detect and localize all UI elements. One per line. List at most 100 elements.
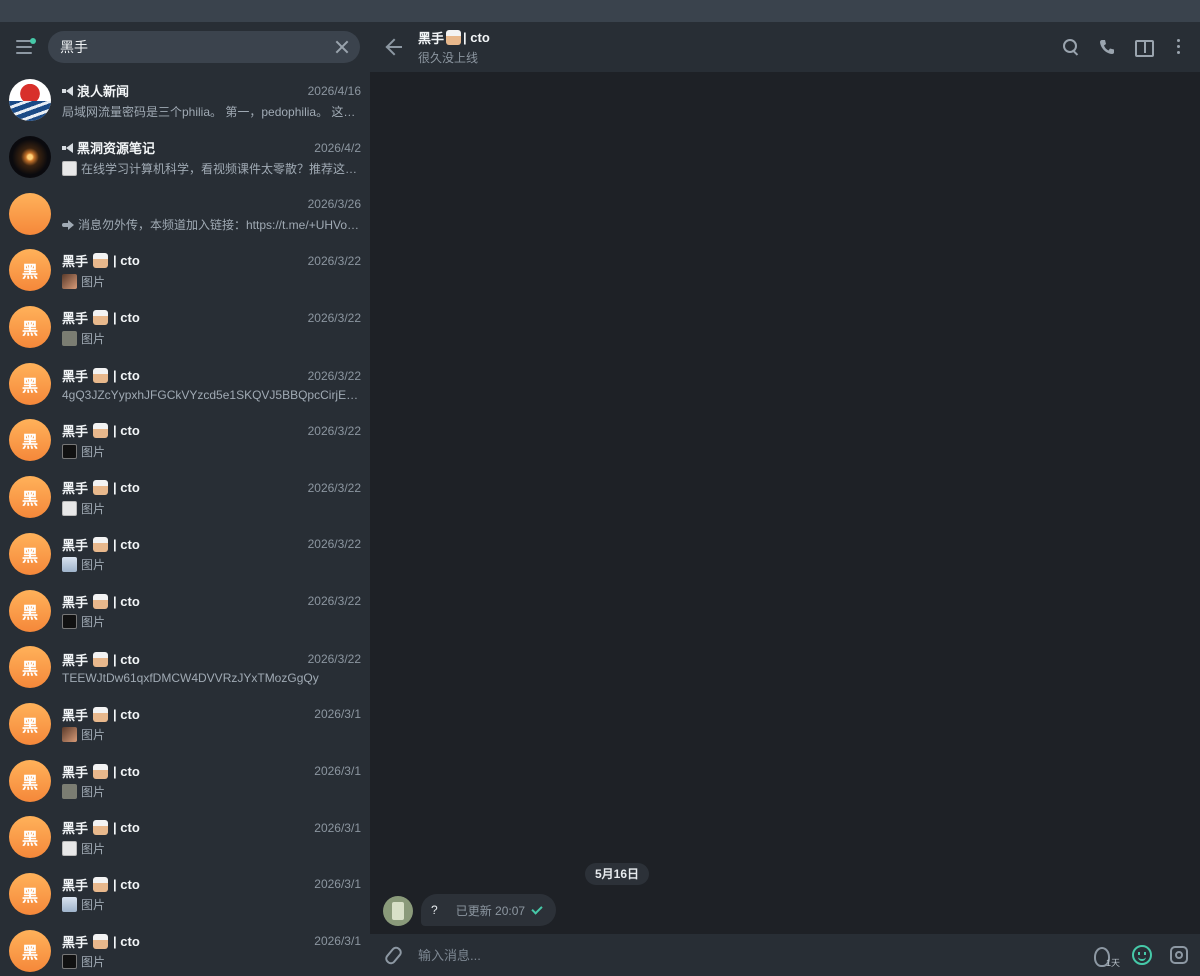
- chat-name-suffix: | cto: [113, 253, 140, 269]
- chat-list-item[interactable]: 黑黑手 | cto 2026/3/22 图片: [0, 412, 370, 469]
- back-arrow-icon[interactable]: [384, 36, 406, 58]
- chat-item-body: 黑手 | cto 2026/3/1 图片: [62, 874, 361, 913]
- chat-date: 2026/3/22: [307, 368, 361, 383]
- chat-list-item[interactable]: 黑黑手 | cto 2026/3/22 4gQ3JZcYypxhJFGCkVYzcd5…: [0, 355, 370, 412]
- chat-preview: 局域网流量密码是三个philia。 第一，pedophilia。 这…: [62, 103, 361, 120]
- chef-emoji-icon: [93, 480, 109, 496]
- chat-list: 浪人新闻 2026/4/16 局域网流量密码是三个philia。 第一，pedoph…: [0, 72, 370, 976]
- chat-date: 2026/3/22: [307, 310, 361, 325]
- chat-header-info[interactable]: 黑手 | cto 很久没上线: [418, 28, 1062, 66]
- chat-list-item[interactable]: 浪人新闻 2026/4/16 局域网流量密码是三个philia。 第一，pedoph…: [0, 72, 370, 129]
- chef-emoji-icon: [93, 763, 109, 779]
- chat-name: 黑手 | cto: [62, 705, 140, 724]
- chat-list-item[interactable]: 黑黑手 | cto 2026/3/1 图片: [0, 866, 370, 923]
- chat-name: 黑手 | cto: [62, 932, 140, 951]
- message-composer: 1天: [370, 934, 1200, 976]
- chat-name-suffix: | cto: [113, 593, 140, 609]
- chat-item-body: 2026/3/26 消息勿外传，本频道加入链接：https://t.me/+UHV…: [62, 194, 361, 233]
- chat-item-top: 黑手 | cto 2026/3/22: [62, 591, 361, 611]
- chat-date: 2026/3/1: [314, 707, 361, 722]
- chat-item-body: 黑手 | cto 2026/3/22 图片: [62, 534, 361, 573]
- chat-name-suffix: | cto: [113, 820, 140, 836]
- search-input[interactable]: [60, 39, 334, 55]
- clear-search-icon[interactable]: [334, 39, 350, 55]
- image-thumbnail: [62, 897, 77, 913]
- search-icon[interactable]: [1062, 38, 1080, 56]
- emoji-icon[interactable]: [1132, 945, 1152, 965]
- message-text: ?: [431, 903, 438, 917]
- menu-icon[interactable]: [12, 34, 38, 60]
- chat-name-text: 黑手: [62, 424, 89, 440]
- chat-preview: 图片: [62, 556, 361, 573]
- image-thumbnail: [62, 614, 77, 630]
- phone-icon[interactable]: [1098, 38, 1116, 56]
- chat-item-body: 黑手 | cto 2026/3/22 图片: [62, 478, 361, 517]
- chat-list-item[interactable]: 黑洞资源笔记 2026/4/2 在线学习计算机科学，看视频课件太零散？推荐这个…: [0, 129, 370, 186]
- image-thumbnail: [62, 784, 77, 800]
- chat-preview: 图片: [62, 840, 361, 857]
- chat-item-top: 黑手 | cto 2026/3/1: [62, 704, 361, 724]
- chat-list-item[interactable]: 黑黑手 | cto 2026/3/22 图片: [0, 526, 370, 583]
- chat-list-item[interactable]: 黑黑手 | cto 2026/3/1 图片: [0, 752, 370, 809]
- chat-list-item[interactable]: 黑黑手 | cto 2026/3/1 图片: [0, 922, 370, 976]
- chat-date: 2026/3/1: [314, 934, 361, 949]
- chat-name: 黑手 | cto: [62, 251, 140, 270]
- sender-avatar[interactable]: [383, 896, 413, 926]
- chat-date: 2026/3/22: [307, 253, 361, 268]
- image-thumbnail: [62, 727, 77, 743]
- message-bubble[interactable]: ? 已更新 20:07: [421, 894, 557, 926]
- chat-name: 黑手 | cto: [62, 818, 140, 837]
- chat-item-top: 黑手 | cto 2026/3/22: [62, 308, 361, 328]
- chat-list-item[interactable]: 黑黑手 | cto 2026/3/22 图片: [0, 469, 370, 526]
- chef-emoji-icon: [93, 423, 109, 439]
- chat-name-suffix: | cto: [113, 876, 140, 892]
- last-seen-status: 很久没上线: [418, 51, 479, 65]
- chat-name-suffix: | cto: [113, 651, 140, 667]
- chef-emoji-icon: [93, 253, 109, 269]
- image-thumbnail: [62, 330, 77, 346]
- chat-list-item[interactable]: 黑黑手 | cto 2026/3/1 图片: [0, 809, 370, 866]
- chat-list-item[interactable]: 黑黑手 | cto 2026/3/1 图片: [0, 696, 370, 753]
- sticker-icon[interactable]: [1170, 946, 1188, 964]
- chat-preview-text: 图片: [81, 785, 106, 800]
- chat-preview-text: 图片: [81, 955, 106, 970]
- chat-avatar: 黑: [9, 532, 51, 575]
- chat-item-top: 2026/3/26: [62, 194, 361, 214]
- chat-item-body: 黑手 | cto 2026/3/22 图片: [62, 308, 361, 347]
- chat-avatar: 黑: [9, 646, 51, 689]
- chat-date: 2026/3/1: [314, 764, 361, 779]
- chat-sidebar: 浪人新闻 2026/4/16 局域网流量密码是三个philia。 第一，pedoph…: [0, 22, 370, 976]
- chat-name: 黑手 | cto: [62, 308, 140, 327]
- chat-name-suffix: | cto: [113, 706, 140, 722]
- chat-avatar: [9, 79, 51, 122]
- chat-item-top: 黑手 | cto 2026/3/22: [62, 649, 361, 669]
- chat-name-suffix: | cto: [113, 536, 140, 552]
- chat-date: 2026/3/1: [314, 820, 361, 835]
- chat-avatar: 黑: [9, 362, 51, 405]
- chat-item-top: 黑洞资源笔记 2026/4/2: [62, 138, 361, 158]
- search-box[interactable]: [48, 31, 360, 63]
- composer-actions: 1天: [1092, 944, 1188, 968]
- chat-preview: 4gQ3JZcYypxhJFGCkVYzcd5e1SKQVJ5BBQpcCirj…: [62, 388, 361, 402]
- chat-item-body: 黑手 | cto 2026/3/22 图片: [62, 251, 361, 290]
- paperclip-icon[interactable]: [384, 946, 402, 964]
- chat-list-item[interactable]: 2026/3/26 消息勿外传，本频道加入链接：https://t.me/+UHV…: [0, 185, 370, 242]
- chat-list-item[interactable]: 黑黑手 | cto 2026/3/22 图片: [0, 299, 370, 356]
- chef-emoji-icon: [93, 820, 109, 836]
- search-row: [0, 22, 370, 72]
- chat-name-suffix: | cto: [113, 423, 140, 439]
- chat-list-item[interactable]: 黑黑手 | cto 2026/3/22 图片: [0, 582, 370, 639]
- chat-list-item[interactable]: 黑黑手 | cto 2026/3/22 图片: [0, 242, 370, 299]
- chat-title-suffix: | cto: [463, 30, 490, 45]
- chat-avatar: 黑: [9, 816, 51, 859]
- message-area: 5月16日 ? 已更新 20:07: [370, 72, 1200, 934]
- more-options-icon[interactable]: [1170, 38, 1188, 56]
- chat-name-text: 黑手: [62, 707, 89, 723]
- side-panel-icon[interactable]: [1134, 38, 1154, 57]
- chat-list-item[interactable]: 黑黑手 | cto 2026/3/22 TEEWJtDw61qxfDMCW4DVVRz…: [0, 639, 370, 696]
- chef-emoji-icon: [93, 706, 109, 722]
- self-destruct-timer-icon[interactable]: 1天: [1092, 944, 1120, 968]
- chat-name-suffix: | cto: [113, 310, 140, 326]
- chat-preview: TEEWJtDw61qxfDMCW4DVVRzJYxTMozGgQy: [62, 671, 361, 685]
- message-input[interactable]: [418, 947, 1092, 963]
